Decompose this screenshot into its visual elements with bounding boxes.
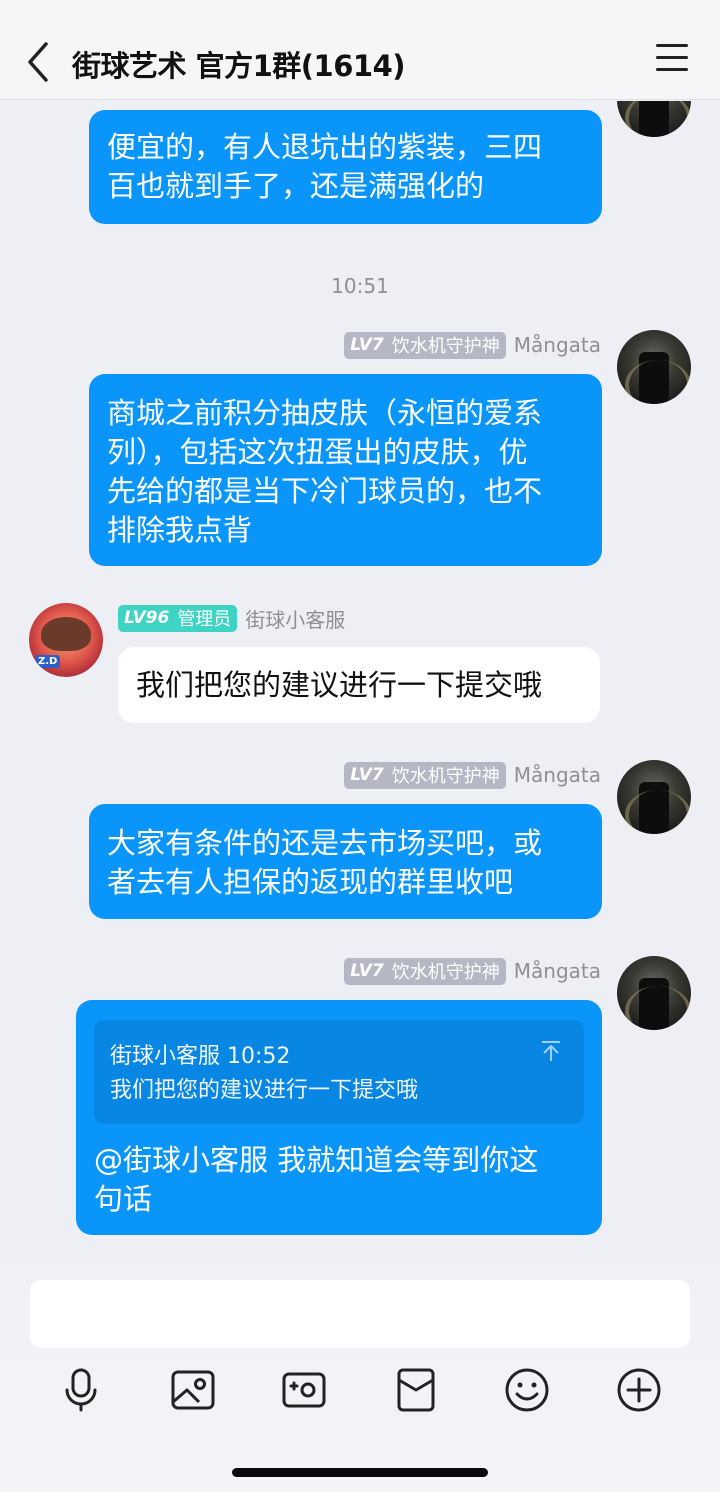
message-list[interactable]: 便宜的，有人退坑出的紫装，三四 百也就到手了，还是满强化的 10:51 LV7 …: [0, 101, 720, 1264]
plus-icon[interactable]: [615, 1366, 663, 1414]
avatar[interactable]: [617, 330, 691, 404]
sender-name[interactable]: Mångata: [514, 763, 601, 787]
sender-info: LV96 管理员 街球小客服: [118, 604, 345, 632]
quote-text: 我们把您的建议进行一下提交哦: [110, 1078, 419, 1103]
chevron-left-icon: [28, 42, 48, 82]
avatar[interactable]: [29, 603, 103, 677]
message-bubble[interactable]: 便宜的，有人退坑出的紫装，三四 百也就到手了，还是满强化的: [89, 110, 602, 224]
avatar[interactable]: [617, 956, 691, 1030]
red-packet-icon[interactable]: [392, 1366, 440, 1414]
badge-title: 饮水机守护神: [391, 766, 500, 787]
message-text-line: 百也就到手了，还是满强化的: [107, 169, 485, 203]
message-text-line: 者去有人担保的返现的群里收吧: [107, 865, 514, 899]
quoted-message[interactable]: 街球小客服 10:52 我们把您的建议进行一下提交哦: [94, 1020, 584, 1124]
avatar[interactable]: [617, 760, 691, 834]
menu-icon-bar: [656, 44, 688, 47]
message-text-line: 列），包括这次扭蛋出的皮肤，优: [107, 435, 528, 469]
sender-info: LV7 饮水机守护神 Mångata: [344, 957, 601, 985]
message-input[interactable]: [30, 1280, 690, 1348]
sender-info: LV7 饮水机守护神 Mångata: [344, 761, 601, 789]
photo-icon[interactable]: [169, 1366, 217, 1414]
level-badge: LV7 饮水机守护神: [344, 957, 506, 985]
message-bubble[interactable]: 商城之前积分抽皮肤（永恒的爱系 列），包括这次扭蛋出的皮肤，优 先给的都是当下冷…: [89, 374, 602, 566]
sender-info: LV7 饮水机守护神 Mångata: [344, 331, 601, 359]
avatar[interactable]: [617, 101, 691, 137]
badge-level: LV7: [350, 335, 384, 355]
message-bubble[interactable]: 我们把您的建议进行一下提交哦: [118, 647, 600, 723]
sender-name[interactable]: Mångata: [514, 333, 601, 357]
message-text-line: 商城之前积分抽皮肤（永恒的爱系: [107, 396, 543, 430]
message-text-line: 排除我点背: [107, 513, 253, 547]
emoji-icon[interactable]: [503, 1366, 551, 1414]
message-text-line: @街球小客服 我就知道会等到你这: [94, 1143, 539, 1177]
back-button[interactable]: [22, 40, 56, 84]
level-badge: LV7 饮水机守护神: [344, 331, 506, 359]
arrow-up-icon[interactable]: [540, 1040, 562, 1062]
message-bubble[interactable]: 大家有条件的还是去市场买吧，或 者去有人担保的返现的群里收吧: [89, 804, 602, 919]
badge-level: LV7: [350, 961, 384, 981]
quote-meta: 街球小客服 10:52: [110, 1044, 291, 1069]
badge-title: 饮水机守护神: [391, 962, 500, 983]
message-text-line: 句话: [94, 1182, 153, 1216]
menu-icon-bar: [656, 68, 688, 71]
menu-icon-bar: [656, 56, 688, 59]
input-panel: [0, 1264, 720, 1492]
badge-level: LV7: [350, 765, 384, 785]
message-bubble[interactable]: 街球小客服 10:52 我们把您的建议进行一下提交哦 @街球小客服 我就知道会等…: [76, 1000, 602, 1235]
message-text-line: 大家有条件的还是去市场买吧，或: [107, 826, 543, 860]
message-text-line: 便宜的，有人退坑出的紫装，三四: [107, 130, 543, 164]
microphone-icon[interactable]: [57, 1366, 105, 1414]
time-label: 10:51: [331, 274, 389, 298]
level-badge: LV96 管理员: [118, 604, 238, 632]
menu-button[interactable]: [656, 44, 690, 78]
group-title[interactable]: 街球艺术 官方1群(1614): [72, 43, 406, 85]
sender-name[interactable]: Mångata: [514, 959, 601, 983]
home-indicator[interactable]: [232, 1468, 488, 1477]
message-body: @街球小客服 我就知道会等到你这 句话: [94, 1141, 538, 1219]
message-text-line: 先给的都是当下冷门球员的，也不: [107, 474, 543, 508]
sender-name[interactable]: 街球小客服: [245, 604, 345, 633]
chat-header: 街球艺术 官方1群(1614): [0, 0, 720, 100]
badge-title: 管理员: [177, 609, 232, 630]
level-badge: LV7 饮水机守护神: [344, 761, 506, 789]
camera-icon[interactable]: [280, 1366, 328, 1414]
badge-level: LV96: [124, 608, 170, 628]
message-text-line: 我们把您的建议进行一下提交哦: [136, 668, 543, 702]
badge-title: 饮水机守护神: [391, 336, 500, 357]
